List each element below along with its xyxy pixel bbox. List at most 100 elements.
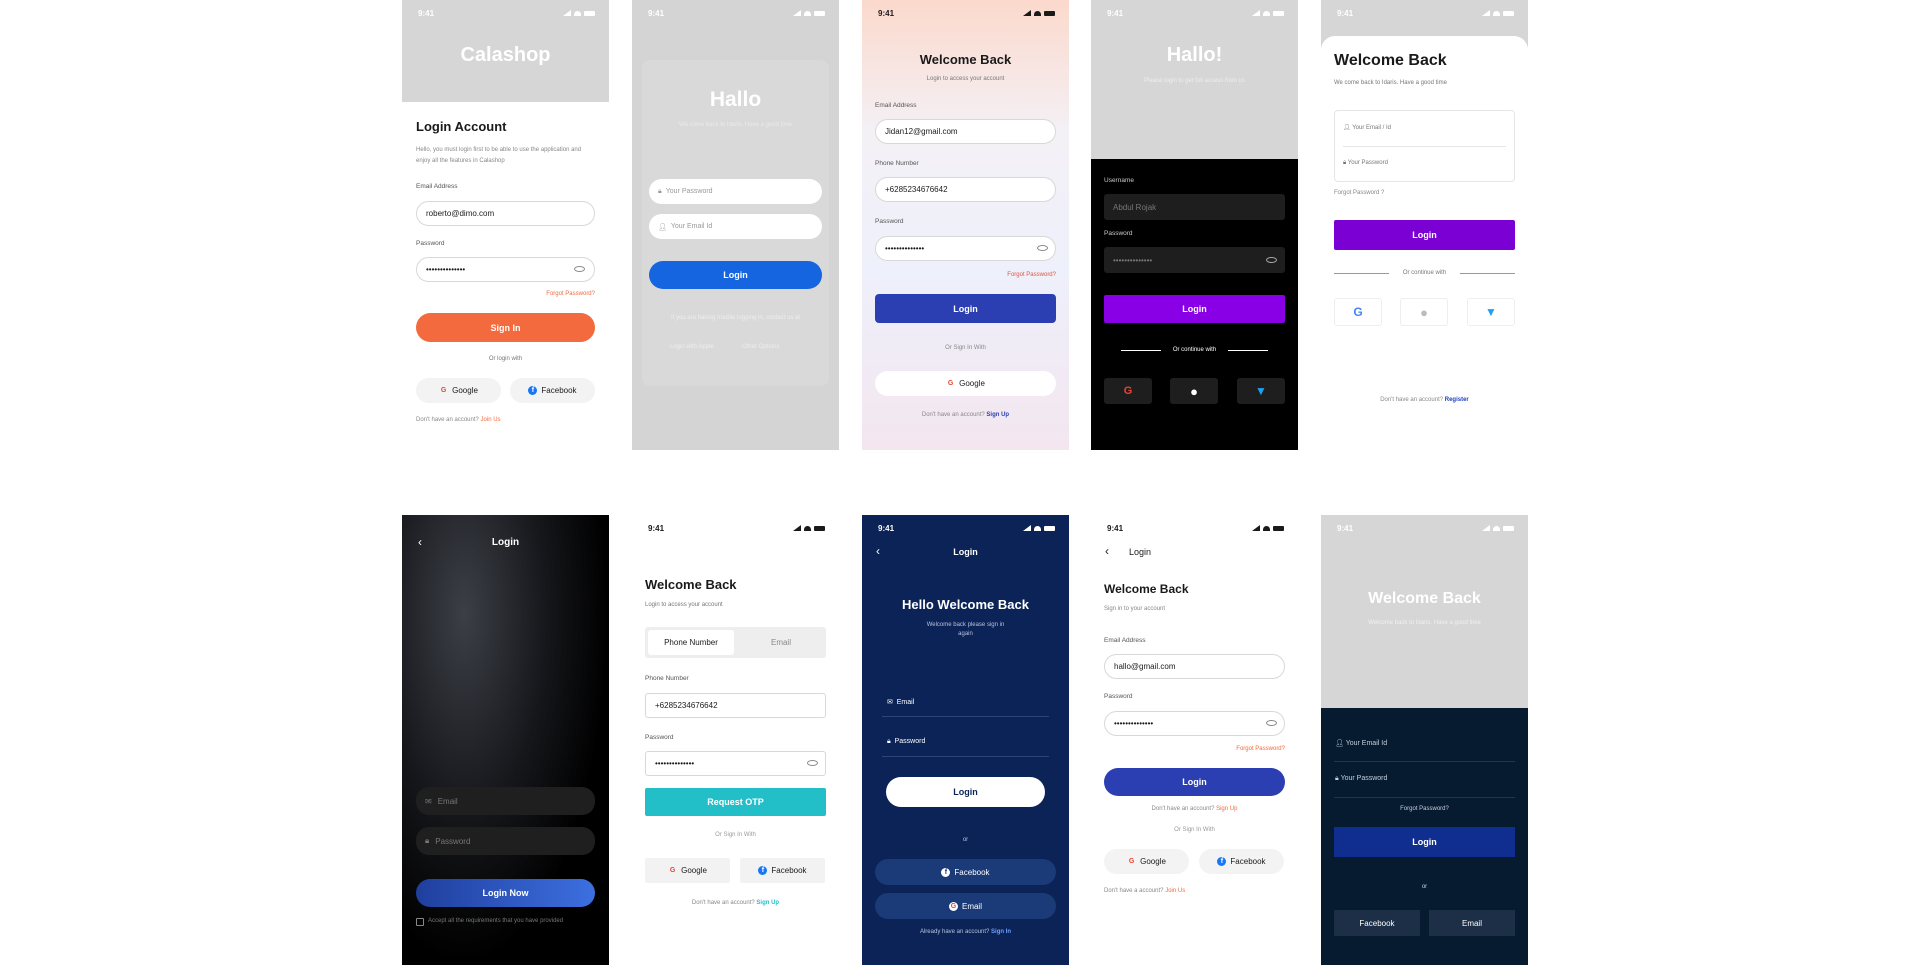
lock-icon: 🔒︎ [425, 836, 430, 845]
facebook-button[interactable]: f Facebook [740, 858, 825, 883]
password-input[interactable]: 🔒︎ Your Password [649, 179, 822, 204]
google-icon: G [440, 387, 447, 394]
email-input[interactable]: 👤︎ Your Email Id [1335, 739, 1387, 747]
email-input[interactable]: hallo@gmail.com [1104, 654, 1285, 679]
other-options-link[interactable]: Other Options [742, 344, 779, 350]
password-input[interactable]: 🔒︎ Password [887, 738, 925, 746]
google-button[interactable]: G [1334, 298, 1382, 326]
back-icon[interactable]: ‹ [1105, 544, 1109, 558]
password-input[interactable]: •••••••••••••• [645, 751, 826, 776]
user-icon: 👤︎ [658, 223, 667, 231]
eye-off-icon[interactable] [1037, 245, 1048, 251]
signal-icon [1252, 10, 1260, 16]
tab-email[interactable]: Email [738, 630, 824, 655]
google-button[interactable]: G Google [1104, 849, 1189, 874]
top-row: 9:41 Calashop Login Account Hello, you m… [0, 0, 1920, 450]
forgot-password-link[interactable]: Forgot Password? [1236, 746, 1285, 752]
twitter-button[interactable]: ▼ [1467, 298, 1515, 326]
login-now-button[interactable]: Login Now [416, 879, 595, 907]
tab-phone-number[interactable]: Phone Number [648, 630, 734, 655]
footer: Don't have a account? Join Us [1104, 888, 1185, 894]
twitter-button[interactable]: ▼ [1237, 378, 1285, 404]
google-button[interactable]: G [1104, 378, 1152, 404]
join-us-link[interactable]: Join Us [481, 417, 501, 423]
phone-input[interactable]: +6285234676642 [875, 177, 1056, 202]
password-placeholder: Password [435, 836, 471, 846]
phone-input[interactable]: +6285234676642 [645, 693, 826, 718]
screen-hallo-dark: 9:41 Hallo! Please login to get full acc… [1091, 0, 1298, 450]
username-input[interactable]: Abdul Rojak [1104, 194, 1285, 220]
join-us-link[interactable]: Join Us [1165, 888, 1185, 894]
twitter-icon: ▼ [1485, 305, 1497, 319]
email-input[interactable]: ✉ Email [416, 787, 595, 815]
register-link[interactable]: Register [1445, 397, 1469, 403]
login-button[interactable]: Login [875, 294, 1056, 323]
eye-icon[interactable] [807, 760, 818, 766]
login-button[interactable]: Login [886, 777, 1045, 807]
apple-button[interactable]: ● [1170, 378, 1218, 404]
facebook-button[interactable]: Facebook [1334, 910, 1420, 936]
login-with-apple-link[interactable]: Login with Apple [670, 344, 714, 350]
sign-in-button[interactable]: Sign In [416, 313, 595, 342]
google-button[interactable]: G Google [875, 371, 1056, 396]
email-input[interactable]: Jidan12@gmail.com [875, 119, 1056, 144]
password-input[interactable]: 🔒︎ Your Password [1343, 160, 1388, 167]
google-button[interactable]: G Google [416, 378, 501, 403]
password-input[interactable]: 🔒︎ Your Password [1335, 775, 1387, 783]
footer: Don't have an account? Sign Up [862, 412, 1069, 418]
email-input[interactable]: ✉ Email [887, 698, 914, 706]
user-icon: 👤︎ [1335, 740, 1344, 747]
facebook-icon: f [1217, 857, 1227, 866]
facebook-button[interactable]: f Facebook [875, 859, 1056, 885]
email-input[interactable]: 👤︎ Your Email / Id [1343, 124, 1391, 131]
battery-icon [1503, 525, 1514, 531]
facebook-button[interactable]: f Facebook [510, 378, 595, 403]
status-bar: 9:41 [648, 8, 825, 18]
google-icon: G [1128, 858, 1135, 865]
password-underline [882, 756, 1049, 757]
password-input[interactable]: •••••••••••••• [416, 257, 595, 282]
terms-checkbox[interactable] [416, 918, 424, 926]
subtitle: Login to access your account [926, 76, 1005, 82]
sign-up-link[interactable]: Sign Up [986, 412, 1009, 418]
password-label: Password [1104, 693, 1133, 700]
divider-right [1228, 350, 1268, 351]
email-input[interactable]: roberto@dimo.com [416, 201, 595, 226]
password-input[interactable]: •••••••••••••• [1104, 711, 1285, 736]
password-input[interactable]: •••••••••••••• [875, 236, 1056, 261]
email-placeholder: Your Email Id [670, 223, 713, 230]
request-otp-button[interactable]: Request OTP [645, 788, 826, 816]
sign-up-row: Don't have an account? Sign Up [1091, 806, 1298, 812]
login-button[interactable]: Login [649, 261, 822, 289]
email-button[interactable]: Email [1429, 910, 1515, 936]
status-bar: 9:41 [1337, 8, 1514, 18]
email-button[interactable]: G Email [875, 893, 1056, 919]
google-button[interactable]: G Google [645, 858, 730, 883]
eye-off-icon[interactable] [1266, 257, 1277, 263]
facebook-button[interactable]: f Facebook [1199, 849, 1284, 874]
login-button[interactable]: Login [1334, 220, 1515, 250]
sign-in-link[interactable]: Sign In [991, 929, 1011, 935]
eye-icon[interactable] [574, 266, 585, 272]
password-input[interactable]: •••••••••••••• [1104, 247, 1285, 273]
apple-button[interactable]: ● [1400, 298, 1448, 326]
forgot-password-link[interactable]: Forgot Password? [546, 291, 595, 297]
forgot-password-link[interactable]: Forgot Password? [1007, 272, 1056, 278]
or-divider-text: Or Sign In With [1174, 827, 1215, 833]
email-label: Email Address [416, 183, 458, 190]
email-input[interactable]: 👤︎ Your Email Id [649, 214, 822, 239]
forgot-password-link[interactable]: Forgot Password? [1321, 806, 1528, 812]
forgot-password-link[interactable]: Forgot Password ? [1334, 190, 1384, 196]
password-placeholder: Password [894, 738, 926, 745]
lock-icon: 🔒︎ [887, 738, 891, 745]
login-button[interactable]: Login [1104, 768, 1285, 796]
eye-off-icon[interactable] [1266, 720, 1277, 726]
status-time: 9:41 [1337, 523, 1354, 533]
wifi-icon [1263, 10, 1270, 16]
sign-up-link[interactable]: Sign Up [1216, 806, 1237, 812]
password-input[interactable]: 🔒︎ Password [416, 827, 595, 855]
login-button[interactable]: Login [1334, 827, 1515, 857]
email-label: Email Address [875, 102, 917, 109]
sign-up-link[interactable]: Sign Up [756, 900, 779, 906]
login-button[interactable]: Login [1104, 295, 1285, 323]
